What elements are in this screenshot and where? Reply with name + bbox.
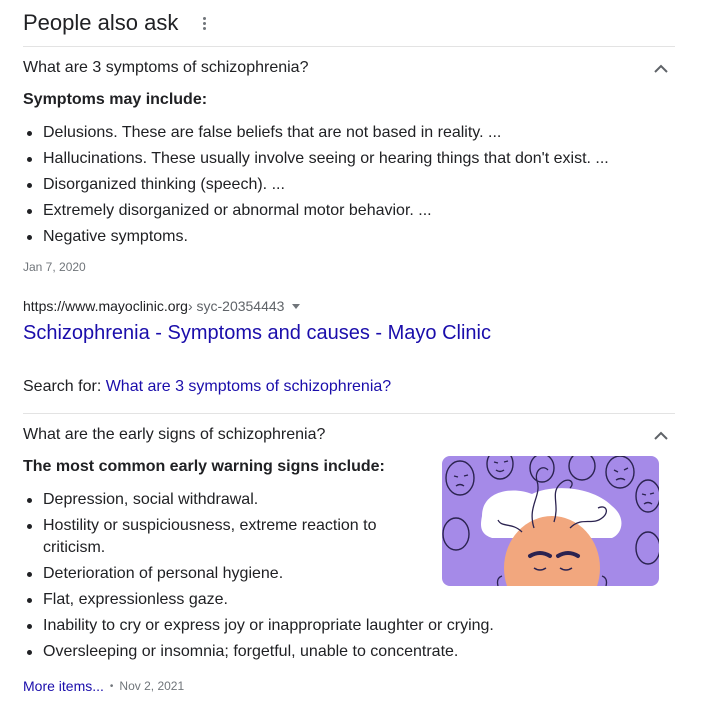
paa-title: People also ask — [23, 10, 179, 35]
chevron-up-icon[interactable] — [651, 58, 671, 78]
question-text: What are the early signs of schizophreni… — [23, 426, 326, 443]
answer-list: Depression, social withdrawal. Hostility… — [23, 487, 503, 665]
list-item: Negative symptoms. — [23, 224, 643, 250]
list-item: Hallucinations. These usually involve se… — [23, 146, 643, 172]
answer-illustration[interactable] — [442, 456, 659, 586]
more-items-row: More items... • Nov 2, 2021 — [23, 678, 184, 694]
list-item: Delusions. These are false beliefs that … — [23, 120, 643, 146]
separator: • — [109, 680, 114, 692]
answer-date: Jan 7, 2020 — [23, 260, 86, 274]
divider — [23, 413, 675, 414]
list-item: Extremely disorganized or abnormal motor… — [23, 198, 643, 224]
question-2[interactable]: What are the early signs of schizophreni… — [23, 423, 675, 447]
answer-heading: Symptoms may include: — [23, 91, 208, 108]
question-1[interactable]: What are 3 symptoms of schizophrenia? — [23, 56, 675, 80]
illustration-graphic — [442, 456, 659, 586]
result-cite: https://www.mayoclinic.org › syc-2035444… — [23, 298, 301, 314]
search-for-label: Search for: — [23, 378, 106, 395]
list-item: Hostility or suspiciousness, extreme rea… — [23, 513, 383, 561]
list-item: Depression, social withdrawal. — [23, 487, 503, 513]
cite-path: › syc-20354443 — [187, 298, 285, 314]
divider — [23, 46, 675, 47]
more-vert-icon[interactable] — [198, 16, 210, 30]
list-item: Deterioration of personal hygiene. — [23, 561, 503, 587]
more-items-link[interactable]: More items... — [23, 678, 104, 694]
result-title-link[interactable]: Schizophrenia - Symptoms and causes - Ma… — [23, 322, 491, 345]
cite-domain: https://www.mayoclinic.org — [23, 298, 188, 314]
question-text: What are 3 symptoms of schizophrenia? — [23, 59, 309, 76]
list-item: Flat, expressionless gaze. — [23, 587, 503, 613]
answer-heading: The most common early warning signs incl… — [23, 458, 385, 475]
search-for: Search for: What are 3 symptoms of schiz… — [23, 378, 391, 396]
search-for-link[interactable]: What are 3 symptoms of schizophrenia? — [106, 378, 391, 395]
caret-down-icon[interactable] — [292, 303, 301, 309]
list-item: Disorganized thinking (speech). ... — [23, 172, 643, 198]
answer-date: Nov 2, 2021 — [119, 679, 185, 693]
list-item: Inability to cry or express joy or inapp… — [23, 613, 503, 639]
list-item: Oversleeping or insomnia; forgetful, una… — [23, 639, 503, 665]
paa-header: People also ask — [23, 8, 210, 38]
answer-list: Delusions. These are false beliefs that … — [23, 120, 643, 250]
chevron-up-icon[interactable] — [651, 425, 671, 445]
